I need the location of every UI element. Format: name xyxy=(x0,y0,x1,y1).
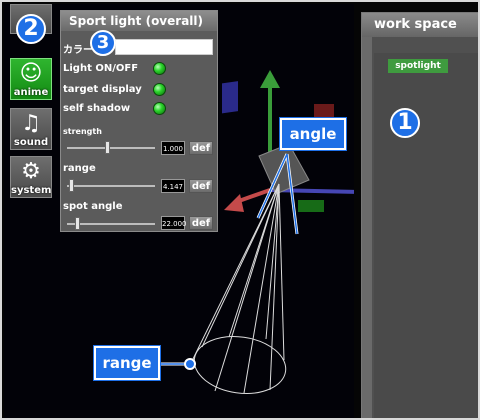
sidebar-item-anime[interactable]: ☺ anime xyxy=(10,58,52,100)
spotlight-panel: Sport light (overall) カラー Light ON/OFF t… xyxy=(60,10,218,232)
range-pointer-dot xyxy=(184,358,196,370)
workspace-item-spotlight[interactable]: spotlight xyxy=(388,59,448,73)
self-shadow-label: self shadow xyxy=(63,103,131,114)
badge-2: 2 xyxy=(16,14,46,44)
range-label: range xyxy=(63,163,96,174)
strength-slider-knob[interactable] xyxy=(105,141,110,154)
range-slider-knob[interactable] xyxy=(69,179,74,192)
spotlight-body[interactable] xyxy=(258,143,310,195)
light-onoff-label: Light ON/OFF xyxy=(63,63,139,74)
music-note-icon: ♫ xyxy=(21,111,41,136)
badge-1: 1 xyxy=(390,108,420,138)
panel-title[interactable]: Sport light (overall) xyxy=(61,11,217,31)
gears-icon: ⚙ xyxy=(21,159,41,184)
target-display-label: target display xyxy=(63,84,142,95)
workspace-list xyxy=(374,53,478,418)
light-onoff-toggle[interactable] xyxy=(153,62,166,75)
spot-angle-value[interactable]: 22.000 xyxy=(161,216,187,230)
range-callout: range xyxy=(94,346,160,380)
color-label: カラー xyxy=(63,45,93,56)
blue-plane xyxy=(222,81,238,114)
strength-slider-track[interactable] xyxy=(67,147,155,149)
self-shadow-toggle[interactable] xyxy=(153,102,166,115)
badge-3: 3 xyxy=(90,30,116,56)
app-frame: ☺ anime ♫ sound ⚙ system Sport light (ov… xyxy=(0,0,480,420)
target-display-toggle[interactable] xyxy=(153,83,166,96)
spot-angle-label: spot angle xyxy=(63,201,123,212)
strength-def-button[interactable]: def xyxy=(189,141,213,155)
green-plane xyxy=(298,200,324,212)
sidebar-item-label: anime xyxy=(13,87,49,98)
range-slider-track[interactable] xyxy=(67,185,155,187)
range-def-button[interactable]: def xyxy=(189,179,213,193)
y-axis-arrow[interactable] xyxy=(260,70,280,88)
spot-angle-slider-knob[interactable] xyxy=(75,217,80,230)
z-axis-arrow[interactable] xyxy=(224,194,244,212)
spot-angle-def-button[interactable]: def xyxy=(189,216,213,230)
spot-angle-slider-track[interactable] xyxy=(67,223,155,225)
sidebar-item-system[interactable]: ⚙ system xyxy=(10,156,52,198)
angle-callout: angle xyxy=(280,118,346,150)
strength-label: strength xyxy=(63,127,102,136)
workspace-panel: work space xyxy=(361,12,478,418)
sidebar-item-sound[interactable]: ♫ sound xyxy=(10,108,52,150)
color-field[interactable] xyxy=(115,39,213,55)
workspace-scroll-strip[interactable] xyxy=(362,37,372,418)
strength-value[interactable]: 1.000 xyxy=(161,141,185,155)
workspace-title: work space xyxy=(362,13,478,37)
running-person-icon: ☺ xyxy=(19,61,43,86)
sidebar-item-label: system xyxy=(11,185,52,196)
range-value[interactable]: 4.147 xyxy=(161,179,185,193)
sidebar-item-label: sound xyxy=(13,137,49,148)
